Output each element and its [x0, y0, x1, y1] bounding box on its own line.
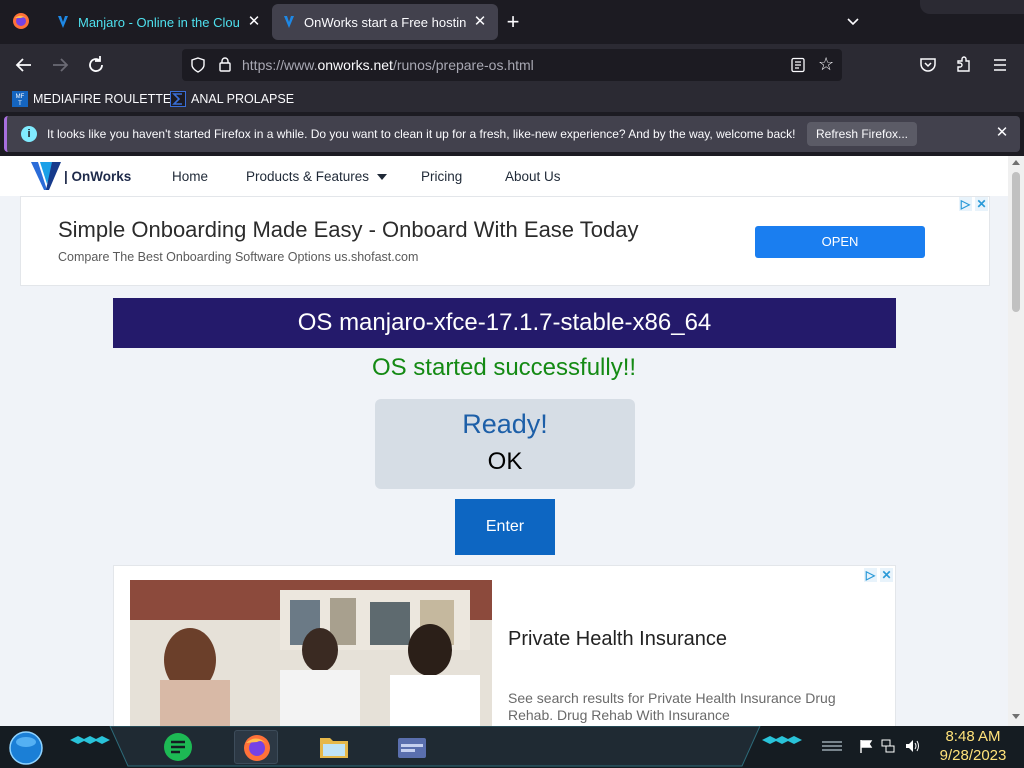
svg-text:MF: MF — [16, 94, 25, 100]
ad-subline: Compare The Best Onboarding Software Opt… — [58, 250, 419, 264]
list-all-tabs-icon[interactable] — [842, 12, 864, 32]
tracking-protection-shield-icon[interactable] — [190, 57, 206, 73]
ready-label: Ready! — [462, 409, 548, 439]
new-tab-button[interactable]: + — [500, 10, 526, 36]
ad-headline[interactable]: Simple Onboarding Made Easy - Onboard Wi… — [58, 217, 638, 243]
mediafire-icon: MF T — [12, 91, 28, 107]
tab-title: Manjaro - Online in the Cloud — [78, 14, 240, 30]
bookmark-label: MEDIAFIRE ROULETTER — [33, 92, 181, 106]
os-status-message: OS started successfully!! — [371, 354, 637, 381]
bookmark-sigma-icon — [170, 91, 186, 107]
url-domain: onworks.net — [317, 57, 393, 73]
nav-products-label: Products & Features — [246, 169, 370, 184]
bookmark-anal-prolapse[interactable]: ANAL PROLAPSE — [170, 90, 294, 108]
taskbar: 8:48 AM 9/28/2023 — [0, 726, 1024, 768]
tab-manjaro[interactable]: Manjaro - Online in the Cloud ✕ — [46, 4, 272, 40]
ad-choices-icon[interactable]: ▷ — [959, 197, 972, 211]
taskbar-firefox-app[interactable] — [234, 730, 278, 764]
onworks-favicon-icon — [58, 16, 68, 28]
ad-open-button[interactable]: OPEN — [755, 226, 925, 258]
volume-icon[interactable] — [904, 738, 920, 754]
bookmark-label: ANAL PROLAPSE — [191, 92, 295, 106]
refresh-firefox-button[interactable]: Refresh Firefox... — [807, 122, 917, 146]
info-icon: i — [21, 126, 37, 142]
application-window-icon — [398, 738, 426, 758]
scroll-up-arrow-icon[interactable] — [1012, 160, 1020, 165]
taskbar-window-app[interactable] — [390, 730, 434, 764]
clock-time[interactable]: 8:48 AM — [930, 728, 1016, 745]
ad2-headline[interactable]: Private Health Insurance — [508, 628, 727, 651]
address-bar[interactable]: https://www.onworks.net/runos/prepare-os… — [182, 49, 842, 81]
scroll-down-arrow-icon[interactable] — [1012, 714, 1020, 719]
onworks-favicon-icon — [284, 16, 294, 28]
tab-onworks[interactable]: OnWorks start a Free hosting pl ✕ — [272, 4, 498, 40]
taskbar-file-manager-app[interactable] — [312, 730, 356, 764]
reload-icon — [89, 56, 103, 72]
site-navbar: | OnWorks Home Products & Features Prici… — [0, 156, 1008, 196]
firefox-icon — [244, 735, 270, 761]
onworks-logo-icon[interactable] — [30, 160, 62, 192]
ad-photo-people-meeting[interactable] — [130, 580, 492, 726]
tab-title: OnWorks start a Free hosting pl — [304, 14, 466, 30]
page-scrollbar[interactable] — [1008, 156, 1024, 726]
bookmark-star-icon[interactable]: ☆ — [818, 55, 836, 73]
ad-choices[interactable]: ▷ ✕ — [959, 197, 989, 211]
ready-status-box: Ready! OK — [375, 399, 635, 489]
ad-choices-icon[interactable]: ▷ — [864, 568, 877, 582]
ad-close-icon[interactable]: ✕ — [975, 197, 988, 211]
ok-label: OK — [487, 448, 523, 475]
site-brand[interactable]: | OnWorks — [64, 169, 131, 184]
back-arrow-icon — [15, 58, 31, 72]
pocket-icon[interactable] — [918, 55, 938, 75]
navigation-toolbar: https://www.onworks.net/runos/prepare-os… — [0, 44, 1024, 86]
window-controls[interactable] — [920, 0, 1024, 14]
onboarding-ad-banner[interactable]: ▷ ✕ Simple Onboarding Made Easy - Onboar… — [20, 196, 990, 286]
os-title-banner: OS manjaro-xfce-17.1.7-stable-x86_64 — [113, 298, 896, 348]
firefox-menu-icon[interactable] — [12, 12, 30, 30]
nav-about-us[interactable]: About Us — [505, 169, 561, 184]
refresh-firefox-notification: i It looks like you haven't started Fire… — [4, 116, 1020, 152]
url-text[interactable]: https://www.onworks.net/runos/prepare-os… — [242, 57, 534, 73]
forward-arrow-icon — [53, 58, 69, 72]
flag-icon[interactable] — [858, 738, 874, 754]
tab-bar: Manjaro - Online in the Cloud ✕ OnWorks … — [0, 0, 1024, 44]
extensions-puzzle-icon[interactable] — [954, 55, 974, 75]
enter-button[interactable]: Enter — [455, 499, 555, 555]
scrollbar-thumb[interactable] — [1012, 172, 1020, 312]
clock-date[interactable]: 9/28/2023 — [930, 747, 1016, 764]
nav-pricing[interactable]: Pricing — [421, 169, 462, 184]
reload-button[interactable] — [84, 53, 108, 77]
url-path: /runos/prepare-os.html — [392, 57, 534, 73]
folder-icon — [320, 738, 348, 758]
nav-products-features[interactable]: Products & Features — [246, 169, 388, 184]
reader-view-icon[interactable] — [790, 57, 806, 73]
ad2-subline: See search results for Private Health In… — [508, 690, 836, 723]
bookmark-mediafire-rouletter[interactable]: MF T MEDIAFIRE ROULETTER — [12, 90, 180, 108]
taskbar-notes-app[interactable] — [156, 730, 200, 764]
url-prefix: https://www. — [242, 57, 318, 73]
notes-app-icon — [164, 733, 192, 761]
start-menu-orb-icon[interactable] — [8, 730, 44, 766]
lock-icon[interactable] — [218, 56, 232, 72]
health-insurance-ad[interactable]: ▷ ✕ Private Health Insurance See search … — [113, 565, 896, 726]
svg-text:T: T — [18, 101, 22, 107]
network-icon[interactable] — [880, 738, 896, 754]
tab-close-icon[interactable]: ✕ — [246, 14, 262, 30]
dropdown-caret-icon — [377, 174, 388, 181]
web-page: | OnWorks Home Products & Features Prici… — [0, 156, 1008, 726]
notification-close-icon[interactable]: ✕ — [993, 124, 1011, 142]
back-button[interactable] — [12, 53, 36, 77]
ad-close-icon[interactable]: ✕ — [880, 568, 893, 582]
nav-home[interactable]: Home — [172, 169, 208, 184]
ad-choices[interactable]: ▷ ✕ — [864, 568, 894, 582]
tab-close-icon[interactable]: ✕ — [472, 14, 488, 30]
forward-button[interactable] — [48, 53, 72, 77]
bookmarks-toolbar: MF T MEDIAFIRE ROULETTER ANAL PROLAPSE — [0, 86, 1024, 112]
hamburger-menu-icon[interactable] — [990, 55, 1010, 75]
notification-message: It looks like you haven't started Firefo… — [47, 127, 796, 141]
